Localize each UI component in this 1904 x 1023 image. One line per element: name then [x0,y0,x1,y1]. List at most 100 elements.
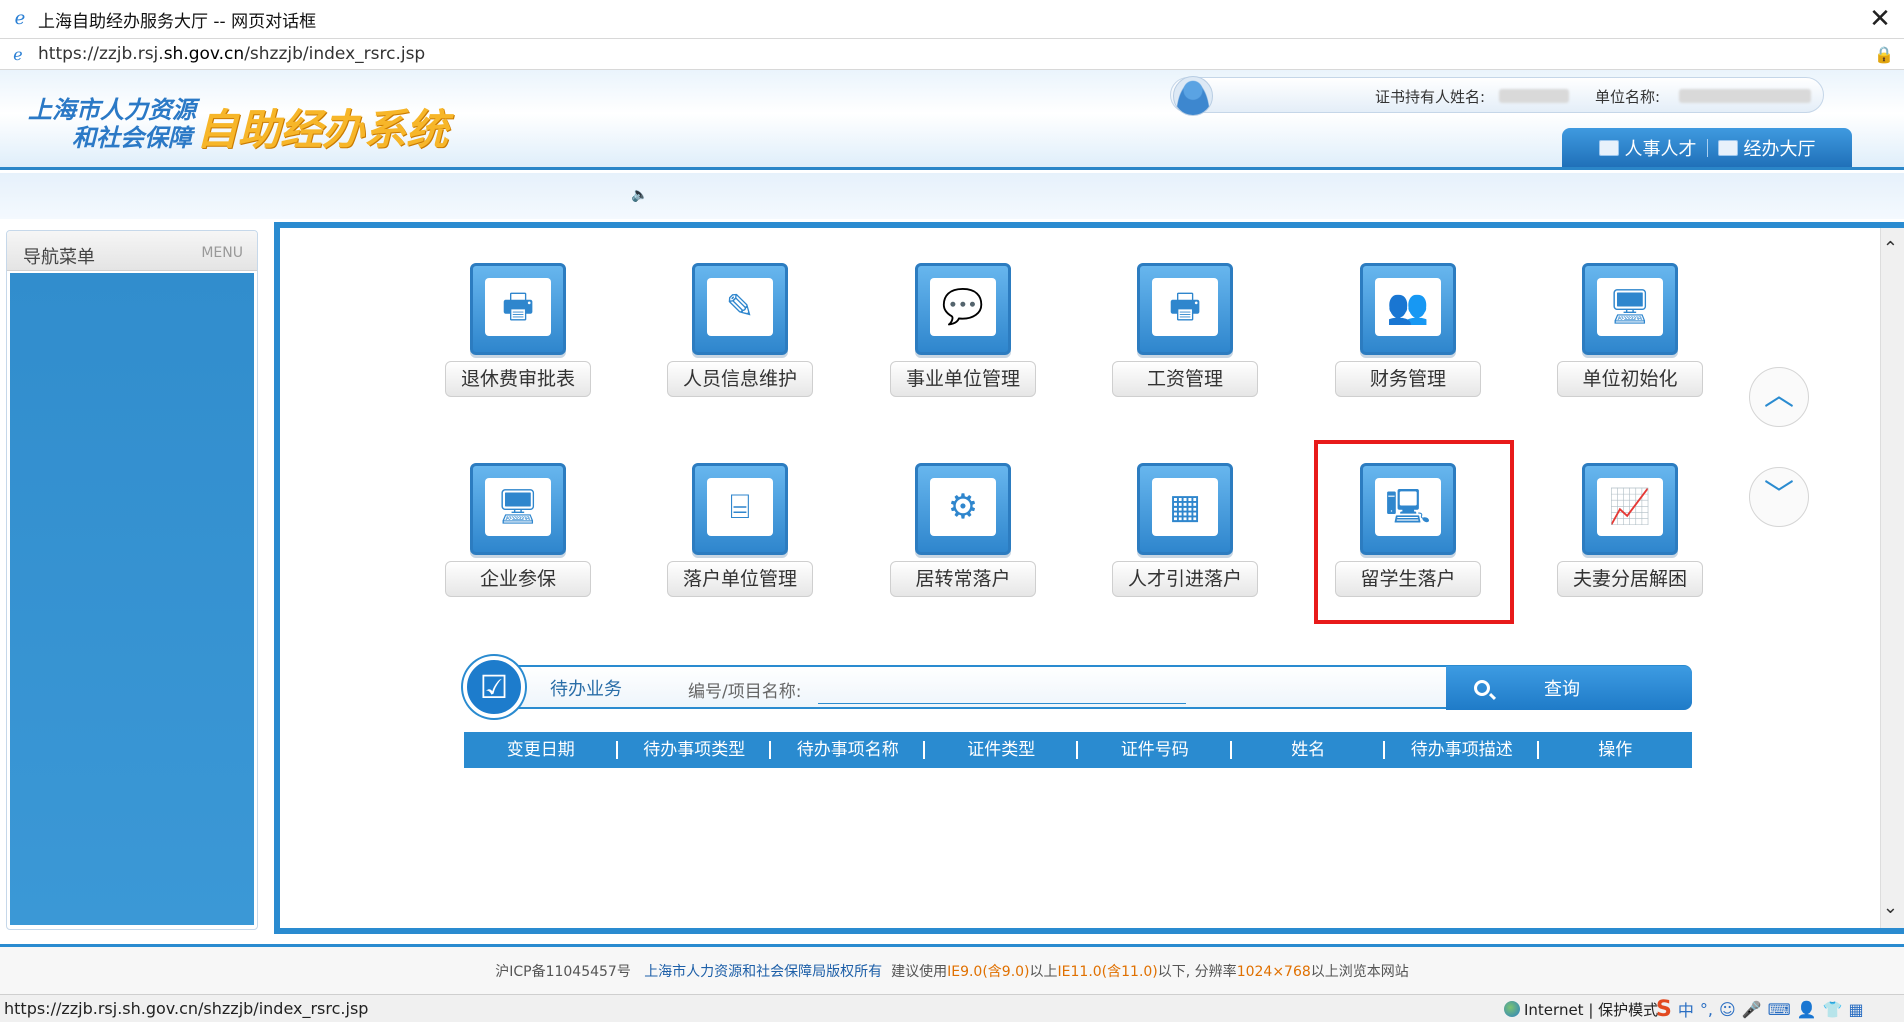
sidebar-menu-body[interactable] [10,273,254,925]
logo-line2: 和社会保障 [72,123,192,152]
security-zone[interactable]: Internet | 保护模式 [1504,999,1658,1020]
highlight-box [1314,440,1514,624]
tile-salary-management[interactable]: 🖶 工资管理 [1112,263,1258,403]
column-header[interactable]: 待办事项名称 [771,732,925,768]
icp-number[interactable]: 沪ICP备11045457号 [495,964,631,980]
microphone-icon[interactable]: 🎤 [1742,1000,1762,1019]
speaker-icon: 🔈 [631,187,649,203]
tile-spouse-reunion[interactable]: 📈 夫妻分居解困 [1557,463,1703,603]
printer-icon: 🖶 [485,278,551,336]
globe-icon [1504,1001,1520,1017]
nav-sidebar: 导航菜单 MENU [6,230,258,930]
tile-label: 单位初始化 [1557,361,1703,397]
address-url[interactable]: https://zzjb.rsj.sh.gov.cn/shzzjb/index_… [38,44,425,64]
address-bar: ℯ https://zzjb.rsj.sh.gov.cn/shzzjb/inde… [0,38,1904,70]
tile-retirement-approval[interactable]: 🖶 退休费审批表 [445,263,591,403]
search-icon [1474,680,1490,696]
holder-name-value-redacted [1499,89,1569,103]
column-header[interactable]: 证件号码 [1078,732,1232,768]
personnel-icon [1598,140,1619,156]
user-info-box: 证书持有人姓名: 单位名称: [1170,76,1824,116]
ime-mode[interactable]: 中 [1678,997,1694,1021]
ie-page-icon: ℯ [14,8,26,29]
tile-enterprise-insurance[interactable]: 🖥 企业参保 [445,463,591,603]
chart-line-icon: 📈 [1597,478,1663,536]
desk-icon: ⌸ [707,478,773,536]
monitor-icon: 🖥 [485,478,551,536]
window-titlebar: ℯ 上海自助经办服务大厅 -- 网页对话框 ✕ [0,0,1904,38]
tile-residence-to-hukou[interactable]: ⚙ 居转常落户 [890,463,1036,603]
settings-window-icon: ⚙ [930,478,996,536]
close-icon[interactable]: ✕ [1864,4,1896,34]
column-header[interactable]: 证件类型 [925,732,1079,768]
copyright-text: 上海市人力资源和社会保障局版权所有 [644,964,883,980]
grid-icon[interactable]: ▦ [1849,1000,1864,1019]
calendar-icon: ▦ [1152,478,1218,536]
tab-personnel[interactable]: 人事人才 [1598,135,1697,161]
printer-icon: 🖶 [1152,278,1218,336]
chat-bubble-icon: 💬 [930,278,996,336]
tile-label: 工资管理 [1112,361,1258,397]
avatar [1173,76,1213,116]
punctuation-icon[interactable]: °, [1700,1000,1713,1019]
browser-statusbar: https://zzjb.rsj.sh.gov.cn/shzzjb/index_… [0,994,1904,1022]
unit-name-value-redacted [1679,89,1811,103]
todo-search-input[interactable] [818,672,1186,704]
site-footer: 沪ICP备11045457号 上海市人力资源和社会保障局版权所有 建议使用IE9… [0,944,1904,994]
tile-talent-introduction[interactable]: ▦ 人才引进落户 [1112,463,1258,603]
tile-label: 夫妻分居解困 [1557,561,1703,597]
emoji-icon[interactable]: ☺ [1719,1000,1736,1019]
vertical-scrollbar[interactable]: ⌃ ⌄ [1880,228,1904,928]
tile-personnel-info[interactable]: ✎ 人员信息维护 [667,263,813,403]
tile-finance-management[interactable]: 👥 财务管理 [1335,263,1481,403]
ie-address-icon: ℯ [13,44,23,64]
tab-service-hall[interactable]: 经办大厅 [1717,135,1816,161]
todo-search-label: 编号/项目名称: [688,682,802,702]
tile-settlement-unit-management[interactable]: ⌸ 落户单位管理 [667,463,813,603]
tile-institution-management[interactable]: 💬 事业单位管理 [890,263,1036,403]
todo-title: 待办业务 [550,679,622,700]
site-header: 上海市人力资源 和社会保障 自助经办系统 证书持有人姓名: 单位名称: 人事人才… [0,70,1904,170]
tile-label: 退休费审批表 [445,361,591,397]
sidebar-header: 导航菜单 MENU [7,231,257,271]
scroll-down-button[interactable]: ﹀ [1749,467,1809,527]
tile-label: 事业单位管理 [890,361,1036,397]
column-header[interactable]: 变更日期 [464,732,618,768]
column-header[interactable]: 待办事项类型 [618,732,772,768]
column-header[interactable]: 待办事项描述 [1385,732,1539,768]
tile-label: 企业参保 [445,561,591,597]
user-icon[interactable]: 👤 [1797,1000,1817,1019]
todo-search-button[interactable]: 查询 [1446,666,1692,710]
building-icon [1717,140,1738,156]
tile-label: 人才引进落户 [1112,561,1258,597]
sidebar-menu-tag: MENU [201,245,243,261]
scroll-up-button[interactable]: ︿ [1749,367,1809,427]
skin-icon[interactable]: 👕 [1823,1000,1843,1019]
holder-name-label: 证书持有人姓名: [1375,88,1486,106]
keyboard-icon[interactable]: ⌨ [1768,1000,1791,1019]
column-header[interactable]: 操作 [1539,732,1693,768]
tile-label: 人员信息维护 [667,361,813,397]
monitor-icon: 🖥 [1597,278,1663,336]
tile-label: 落户单位管理 [667,561,813,597]
unit-name-label: 单位名称: [1595,88,1661,106]
logo-main: 自助经办系统 [196,105,449,154]
checklist-icon: ☑ [463,656,525,718]
window-title: 上海自助经办服务大厅 -- 网页对话框 [38,11,317,32]
ime-toolbar[interactable]: S 中 °, ☺ 🎤 ⌨ 👤 👕 ▦ [1656,995,1864,1023]
tile-unit-initialization[interactable]: 🖥 单位初始化 [1557,263,1703,403]
tile-label: 财务管理 [1335,361,1481,397]
tile-label: 居转常落户 [890,561,1036,597]
scroll-down-arrow-icon[interactable]: ⌄ [1883,897,1898,918]
notice-strip: 🔈 [0,173,1904,219]
column-header[interactable]: 姓名 [1232,732,1386,768]
scroll-up-arrow-icon[interactable]: ⌃ [1883,238,1898,259]
document-edit-icon: ✎ [707,278,773,336]
presentation-icon: 👥 [1375,278,1441,336]
status-url: https://zzjb.rsj.sh.gov.cn/shzzjb/index_… [4,999,369,1018]
sogou-icon: S [1656,996,1672,1022]
tab-separator [1706,139,1708,157]
sidebar-title: 导航菜单 [23,247,95,268]
lock-icon: 🔒 [1874,45,1894,64]
todo-table-header: 变更日期 待办事项类型 待办事项名称 证件类型 证件号码 姓名 待办事项描述 操… [464,732,1692,768]
